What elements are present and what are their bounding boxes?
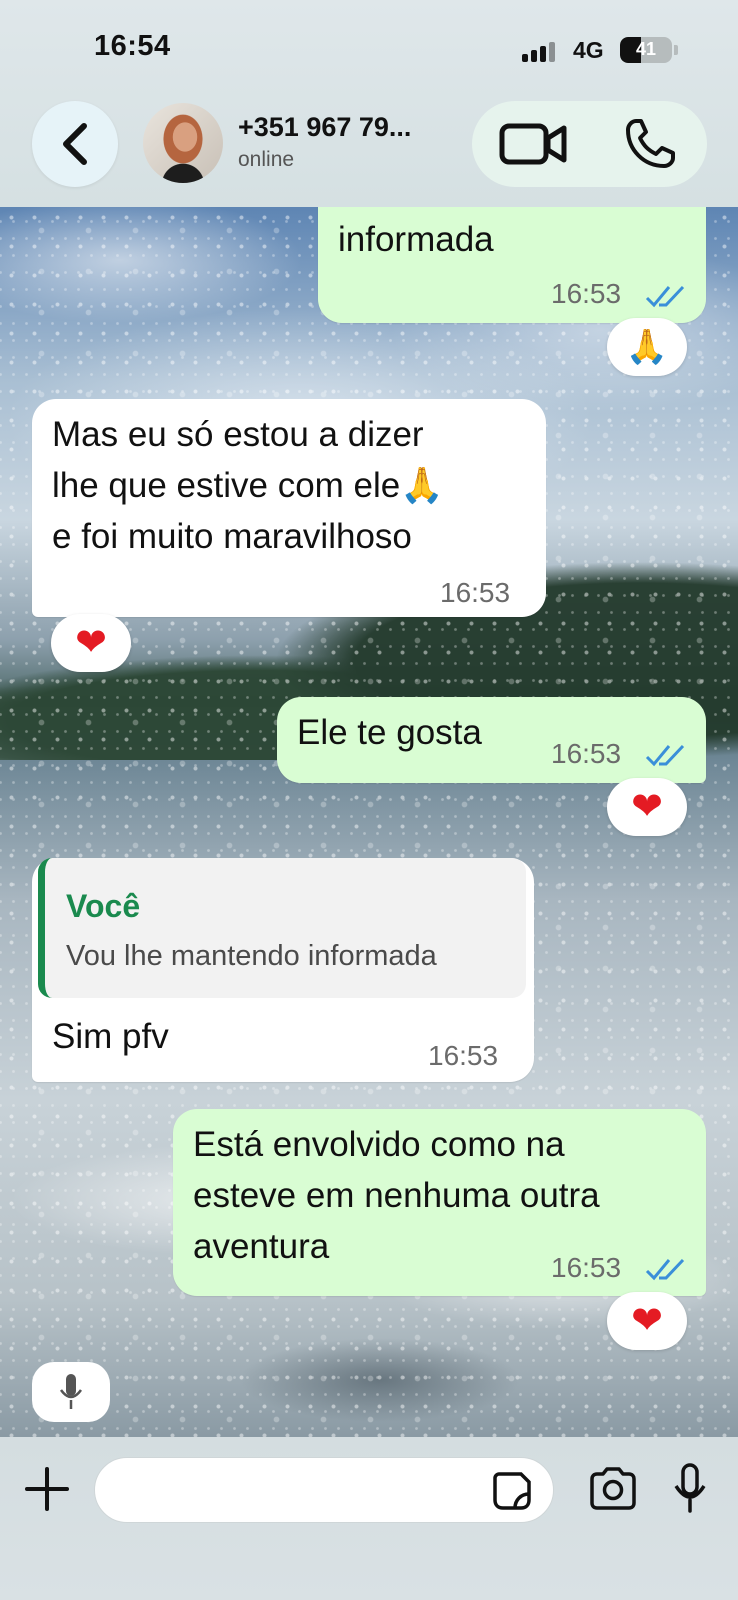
message-bubble-outgoing[interactable]: Está envolvido como na esteve em nenhuma… [173, 1109, 706, 1296]
contact-avatar[interactable] [143, 103, 223, 183]
read-ticks-icon [645, 744, 685, 767]
message-time: 16:53 [440, 577, 511, 608]
message-line: Mas eu só estou a dizer [52, 415, 424, 454]
message-time: 16:53 [551, 278, 622, 309]
read-ticks-icon [645, 285, 685, 308]
quoted-text: Vou lhe mantendo informada [66, 940, 437, 972]
sticker-icon[interactable] [491, 1470, 533, 1512]
quoted-message[interactable] [38, 858, 526, 998]
battery-level: 41 [635, 39, 657, 59]
camera-icon[interactable] [588, 1465, 638, 1511]
message-reaction[interactable]: ❤ [607, 778, 687, 836]
message-reaction[interactable]: ❤ [607, 1292, 687, 1350]
message-line: lhe que estive com ele🙏 [52, 466, 444, 505]
message-reaction[interactable]: ❤ [51, 614, 131, 672]
quoted-author: Você [66, 888, 141, 924]
voice-call-button[interactable] [614, 112, 686, 176]
message-bubble-outgoing[interactable]: Ele te gosta [277, 697, 706, 783]
plus-icon[interactable] [24, 1466, 70, 1512]
message-text: Sim pfv [52, 1017, 169, 1056]
signal-strength-icon [522, 40, 562, 62]
microphone-icon [59, 1374, 83, 1409]
video-call-icon [499, 123, 567, 165]
message-line: Está envolvido como na [193, 1125, 565, 1164]
message-text: informada [338, 220, 494, 259]
contact-name[interactable]: +351 967 79... [238, 112, 411, 143]
message-line: e foi muito maravilhoso [52, 517, 412, 556]
message-time: 16:53 [551, 1252, 622, 1283]
battery-tip [674, 45, 678, 55]
heart-emoji-icon: ❤ [631, 786, 663, 828]
voice-message-button[interactable] [32, 1362, 110, 1422]
contact-status: online [238, 148, 295, 171]
message-line: aventura [193, 1227, 330, 1266]
message-line: esteve em nenhuma outra [193, 1176, 600, 1215]
message-reaction[interactable]: 🙏 [607, 318, 687, 376]
pray-emoji-icon: 🙏 [625, 328, 669, 366]
phone-icon [626, 119, 675, 168]
message-time: 16:53 [428, 1040, 499, 1071]
battery-icon: 41 [620, 37, 672, 63]
message-text: Ele te gosta [297, 713, 482, 752]
back-button[interactable] [32, 101, 118, 187]
video-call-button[interactable] [498, 114, 570, 174]
message-input[interactable] [94, 1457, 554, 1523]
message-time: 16:53 [551, 738, 622, 769]
status-time: 16:54 [94, 30, 171, 62]
microphone-icon[interactable] [672, 1462, 708, 1514]
heart-emoji-icon: ❤ [75, 622, 107, 664]
read-ticks-icon [645, 1258, 685, 1281]
back-icon [63, 123, 87, 165]
network-type: 4G [573, 37, 604, 63]
heart-emoji-icon: ❤ [631, 1300, 663, 1342]
